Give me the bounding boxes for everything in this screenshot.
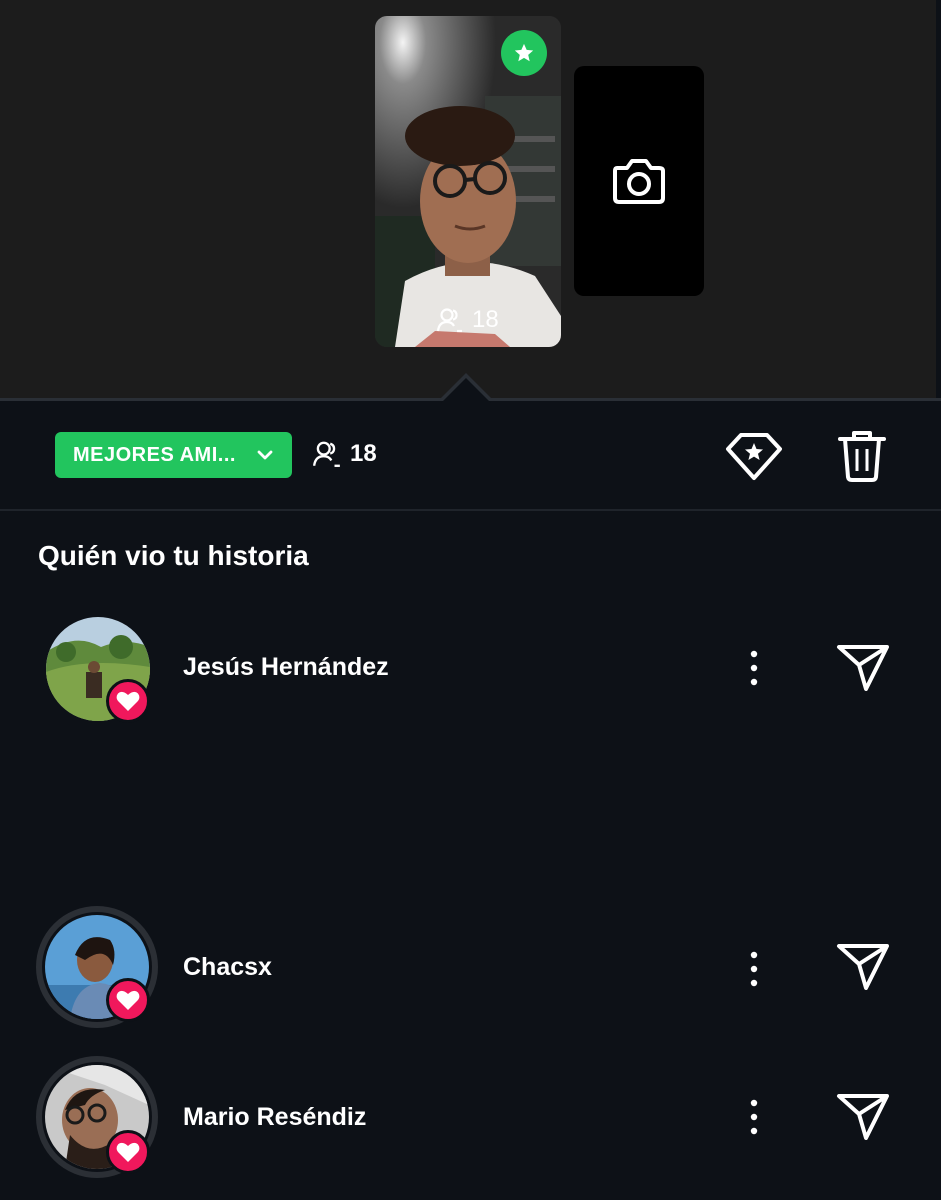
delete-story-button[interactable] (834, 426, 890, 486)
viewer-row[interactable]: Jesús Hernández (0, 608, 941, 728)
more-vertical-icon (750, 951, 758, 987)
send-icon (837, 944, 889, 990)
story-viewer-count: 18 (436, 306, 499, 334)
viewer-row[interactable]: Mario Reséndiz (0, 1055, 941, 1178)
send-message-button[interactable] (834, 940, 892, 992)
liked-heart-badge (106, 679, 150, 723)
more-options-button[interactable] (740, 947, 768, 991)
trash-icon (838, 431, 886, 482)
heart-icon (116, 691, 140, 711)
toolbar-viewer-count[interactable]: 18 (312, 440, 377, 468)
liked-heart-badge (106, 1130, 150, 1174)
viewers-icon (436, 308, 462, 333)
liked-heart-badge (106, 978, 150, 1022)
close-friends-star-badge (501, 30, 547, 76)
audience-selector-button[interactable]: MEJORES AMI... (55, 432, 292, 478)
diamond-star-icon (726, 433, 782, 480)
viewer-name[interactable]: Jesús Hernández (183, 653, 389, 682)
send-icon (837, 1094, 889, 1140)
more-options-button[interactable] (740, 646, 768, 690)
viewers-icon (312, 441, 340, 467)
chevron-down-icon (257, 450, 273, 460)
more-options-button[interactable] (740, 1095, 768, 1139)
camera-icon (613, 159, 665, 204)
add-story-camera-button[interactable] (574, 66, 704, 296)
viewer-row[interactable]: Chacsx (0, 905, 941, 1028)
viewer-name[interactable]: Mario Reséndiz (183, 1103, 366, 1132)
toolbar-divider (0, 509, 941, 511)
more-vertical-icon (750, 1099, 758, 1135)
more-vertical-icon (750, 650, 758, 686)
selected-story-pointer-inner (441, 378, 491, 403)
send-message-button[interactable] (834, 641, 892, 693)
star-icon (514, 43, 534, 62)
audience-label: MEJORES AMI... (73, 443, 236, 466)
send-message-button[interactable] (834, 1090, 892, 1142)
story-viewer-count-value: 18 (472, 306, 499, 333)
viewers-section-title: Quién vio tu historia (38, 540, 309, 571)
toolbar-viewer-count-value: 18 (350, 440, 377, 467)
add-to-highlight-button[interactable] (724, 428, 784, 484)
heart-icon (116, 990, 140, 1010)
viewer-name[interactable]: Chacsx (183, 953, 272, 982)
heart-icon (116, 1142, 140, 1162)
send-icon (837, 645, 889, 691)
